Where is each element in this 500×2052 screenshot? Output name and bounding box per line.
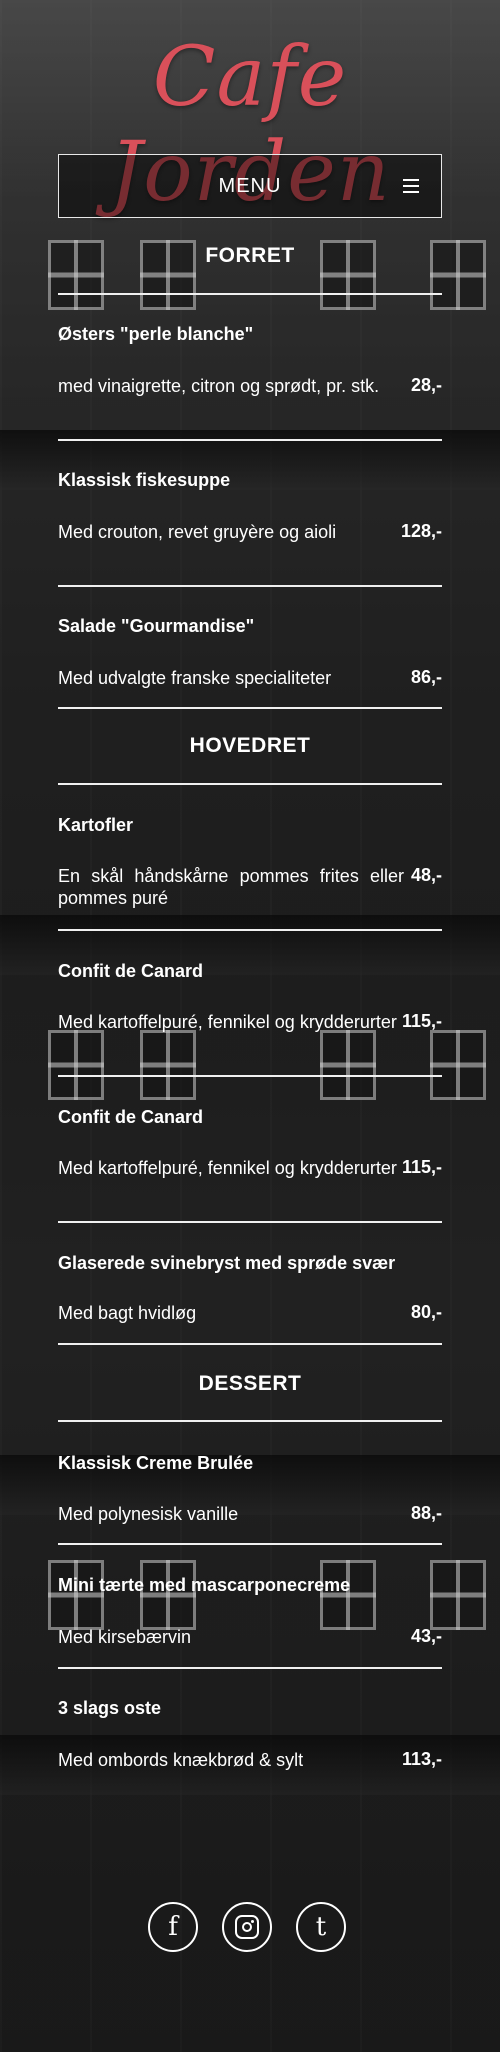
divider [58, 1075, 442, 1077]
divider [58, 1543, 442, 1545]
menu-item-name: Mini tærte med mascarponecreme [58, 1575, 351, 1595]
menu-item-name: Confit de Canard [58, 1107, 204, 1127]
divider [58, 1667, 442, 1669]
background-window [48, 1030, 104, 1100]
menu-item-name: Østers "perle blanche" [58, 324, 254, 344]
menu-item-name: Kartofler [58, 815, 134, 835]
menu-item-name: 3 slags oste [58, 1698, 162, 1718]
menu-button[interactable]: MENU [58, 154, 442, 218]
menu-item-price: 80,- [410, 1302, 442, 1322]
menu-item-name: Salade "Gourmandise" [58, 616, 255, 636]
menu-item-name: Glaserede svinebryst med sprøde svær [58, 1253, 396, 1273]
menu-item-name: Confit de Canard [58, 961, 204, 981]
menu-item-description: Med kirsebærvin [58, 1627, 192, 1647]
menu-item-name: Klassisk Creme Brulée [58, 1453, 254, 1473]
background-window [430, 1030, 486, 1100]
section-title-hovedret: HOVEDRET [189, 734, 311, 757]
menu-item-description: Med kartoffelpuré, fennikel og krydderur… [58, 1012, 397, 1032]
divider [58, 1221, 442, 1223]
menu-item-price: 115,- [401, 1011, 442, 1031]
menu-item-description: Med udvalgte franske specialiteter [58, 668, 332, 688]
menu-item-name: Klassisk fiskesuppe [58, 470, 231, 490]
divider [58, 439, 442, 441]
background-window [140, 1030, 196, 1100]
menu-item-description: Med bagt hvidløg [58, 1303, 197, 1323]
menu-item-price: 86,- [410, 667, 442, 687]
menu-item-description: med vinaigrette, citron og sprødt, pr. s… [58, 376, 380, 396]
background-window [320, 1030, 376, 1100]
tumblr-icon[interactable]: t [296, 1902, 346, 1952]
tumblr-glyph: t [315, 1912, 327, 1942]
menu-item-price: 115,- [401, 1157, 442, 1177]
menu-item-price: 128,- [400, 521, 442, 541]
menu-item-price: 28,- [410, 375, 442, 395]
hamburger-icon[interactable] [403, 179, 419, 193]
instagram-icon[interactable] [222, 1902, 272, 1952]
menu-item-price: 48,- [410, 865, 442, 885]
divider [58, 929, 442, 931]
divider [58, 1343, 442, 1345]
divider [58, 783, 442, 785]
menu-item-description: Med polynesisk vanille [58, 1504, 239, 1524]
divider [58, 707, 442, 709]
facebook-glyph: f [168, 1912, 178, 1942]
section-title-forret: FORRET [205, 244, 295, 267]
divider [58, 293, 442, 295]
menu-item-description: Med kartoffelpuré, fennikel og krydderur… [58, 1158, 397, 1178]
divider [58, 1420, 442, 1422]
menu-label: MENU [218, 174, 282, 197]
menu-item-price: 113,- [401, 1749, 442, 1769]
section-title-dessert: DESSERT [198, 1372, 302, 1395]
facebook-icon[interactable]: f [148, 1902, 198, 1952]
menu-item-price: 88,- [410, 1503, 442, 1523]
divider [58, 585, 442, 587]
menu-item-description: Med crouton, revet gruyère og aioli [58, 522, 337, 542]
menu-item-description: Med ombords knækbrød & sylt [58, 1750, 304, 1770]
instagram-glyph [235, 1915, 259, 1939]
menu-item-price: 43,- [410, 1626, 442, 1646]
menu-item-description: En skål håndskårne pommes frites eller p… [58, 866, 404, 908]
